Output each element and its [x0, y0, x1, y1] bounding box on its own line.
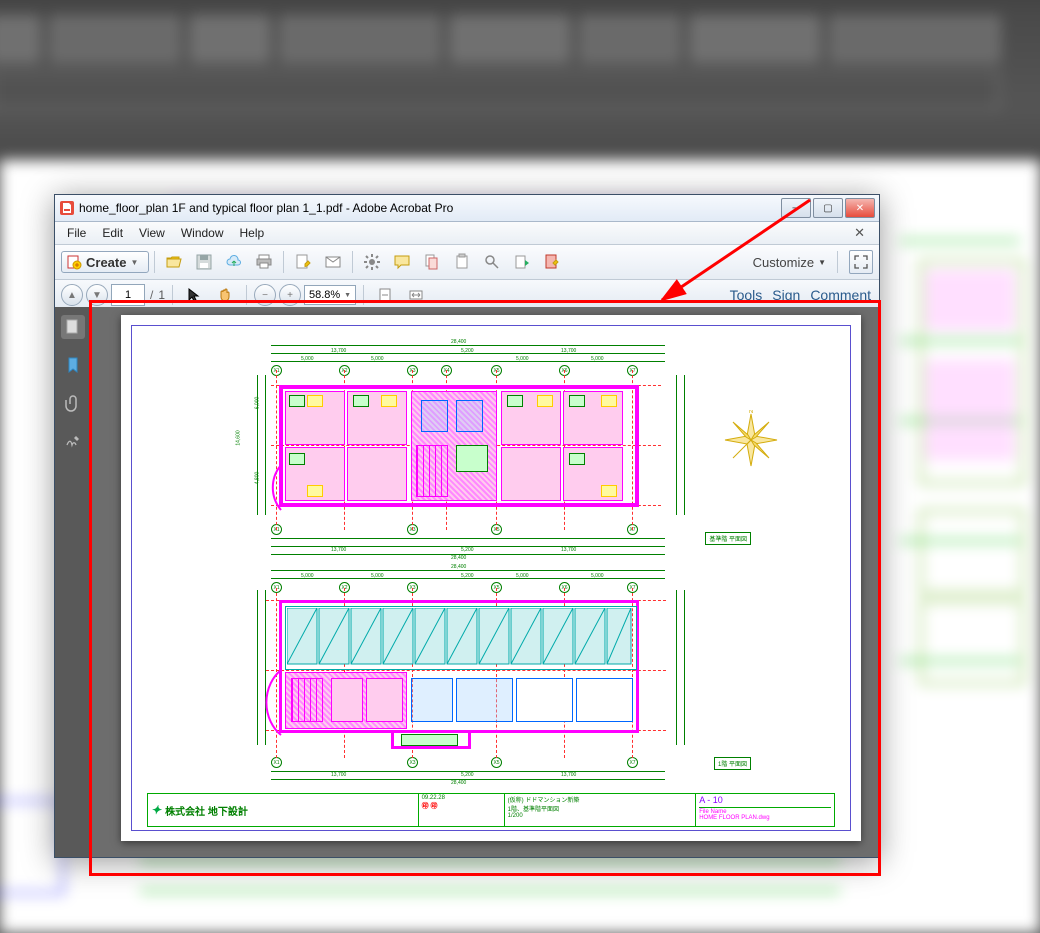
attachments-button[interactable]: [61, 391, 85, 415]
edit-page-icon: [294, 253, 312, 271]
cloud-button[interactable]: [220, 250, 248, 274]
task-panes: Tools Sign Comment: [730, 287, 871, 303]
drawing-name: 1階、基準階平面図: [508, 804, 693, 813]
page-number-input[interactable]: [111, 284, 145, 306]
fit-page-button[interactable]: [371, 283, 399, 307]
sheet-number: A - 10: [699, 795, 831, 805]
signatures-button[interactable]: [61, 429, 85, 453]
bookmark-icon: [64, 356, 82, 374]
expand-icon: [854, 255, 868, 269]
page-thumbnails-icon: [64, 318, 82, 336]
title-block: ✦ 株式会社 地下設計 09.22.28 ㊞ ㊞ (仮称) ドドマンション新築 …: [147, 793, 835, 827]
folder-open-icon: [165, 253, 183, 271]
select-tool-button[interactable]: [180, 283, 208, 307]
gear-icon: [363, 253, 381, 271]
zoom-level[interactable]: 58.8%▼: [304, 285, 356, 305]
lower-plan-title: 1階 平面図: [714, 757, 751, 770]
navigation-pane: [55, 307, 91, 857]
file-name: HOME FLOOR PLAN.dwg: [699, 815, 769, 821]
speech-bubble-icon: [393, 253, 411, 271]
paperclip-icon: [64, 394, 82, 412]
page-slash: /: [148, 288, 155, 302]
open-button[interactable]: [160, 250, 188, 274]
search-icon: [483, 253, 501, 271]
titlebar[interactable]: home_floor_plan 1F and typical floor pla…: [55, 195, 879, 222]
share-button[interactable]: [418, 250, 446, 274]
hand-tool-button[interactable]: [211, 283, 239, 307]
save-button[interactable]: [190, 250, 218, 274]
pdf-icon: [59, 200, 75, 216]
window-title: home_floor_plan 1F and typical floor pla…: [79, 201, 779, 215]
reading-mode-button[interactable]: [849, 250, 873, 274]
share-file-icon: [423, 253, 441, 271]
cloud-upload-icon: [225, 253, 243, 271]
adobe-acrobat-window: home_floor_plan 1F and typical floor pla…: [54, 194, 880, 858]
approval-stamp: ㊞ ㊞: [422, 801, 501, 811]
project-name: (仮称) ドドマンション新築: [508, 795, 693, 804]
customize-label: Customize: [753, 255, 814, 270]
next-page-button[interactable]: ▼: [86, 284, 108, 306]
clipboard-icon: [453, 253, 471, 271]
customize-button[interactable]: Customize ▼: [747, 253, 832, 272]
company-logo-icon: ✦: [151, 803, 161, 817]
page-total: 1: [158, 288, 165, 302]
prev-page-button[interactable]: ▲: [61, 284, 83, 306]
stamp-button[interactable]: [448, 250, 476, 274]
menu-view[interactable]: View: [131, 224, 173, 242]
drawing-scale: 1/200: [508, 813, 693, 819]
menu-window[interactable]: Window: [173, 224, 232, 242]
menu-bar: File Edit View Window Help ✕: [55, 222, 879, 245]
north-arrow-icon: N: [721, 410, 781, 470]
document-viewport[interactable]: 28,400 13,700 5,200 13,700 5,000 5,000 5…: [91, 307, 879, 857]
close-doc-button[interactable]: ✕: [846, 223, 873, 243]
print-button[interactable]: [250, 250, 278, 274]
save-icon: [195, 253, 213, 271]
company-name: 株式会社 地下設計: [165, 803, 248, 818]
upper-plan-title: 基準階 平面図: [705, 532, 751, 545]
upper-floor-plan: 28,400 13,700 5,200 13,700 5,000 5,000 5…: [261, 345, 681, 555]
create-button[interactable]: Create ▼: [61, 251, 149, 273]
menu-file[interactable]: File: [59, 224, 94, 242]
hand-icon: [217, 287, 233, 303]
maximize-button[interactable]: ▢: [813, 198, 843, 218]
comment-button[interactable]: [388, 250, 416, 274]
zoom-value: 58.8%: [309, 289, 340, 301]
comment-pane[interactable]: Comment: [810, 287, 871, 303]
first-floor-plan: 28,400 5,000 5,000 5,200 5,000 5,000 13,…: [261, 570, 681, 780]
search-button[interactable]: [478, 250, 506, 274]
create-pdf-icon: [66, 254, 82, 270]
zoom-out-button[interactable]: −: [254, 284, 276, 306]
window-controls: ─ ▢ ✕: [779, 198, 875, 218]
pdf-edit-icon: [543, 253, 561, 271]
edit-pdf-button[interactable]: [538, 250, 566, 274]
cursor-icon: [186, 287, 202, 303]
fit-width-icon: [408, 287, 424, 303]
envelope-icon: [324, 253, 342, 271]
svg-text:N: N: [749, 410, 753, 415]
tools-pane[interactable]: Tools: [730, 287, 763, 303]
dropdown-icon: ▼: [818, 258, 826, 267]
sign-pane[interactable]: Sign: [772, 287, 800, 303]
zoom-in-button[interactable]: +: [279, 284, 301, 306]
menu-edit[interactable]: Edit: [94, 224, 131, 242]
menu-help[interactable]: Help: [232, 224, 273, 242]
main-toolbar: Create ▼ Customize ▼: [55, 245, 879, 280]
edit-text-button[interactable]: [289, 250, 317, 274]
pdf-page: 28,400 13,700 5,200 13,700 5,000 5,000 5…: [121, 315, 861, 841]
fit-page-icon: [377, 287, 393, 303]
minimize-button[interactable]: ─: [781, 198, 811, 218]
dropdown-icon: ▼: [130, 258, 138, 267]
thumbnails-button[interactable]: [61, 315, 85, 339]
signature-icon: [64, 432, 82, 450]
export-icon: [513, 253, 531, 271]
bookmarks-button[interactable]: [61, 353, 85, 377]
create-label: Create: [86, 255, 126, 270]
close-button[interactable]: ✕: [845, 198, 875, 218]
email-button[interactable]: [319, 250, 347, 274]
export-button[interactable]: [508, 250, 536, 274]
printer-icon: [255, 253, 273, 271]
settings-button[interactable]: [358, 250, 386, 274]
fit-width-button[interactable]: [402, 283, 430, 307]
